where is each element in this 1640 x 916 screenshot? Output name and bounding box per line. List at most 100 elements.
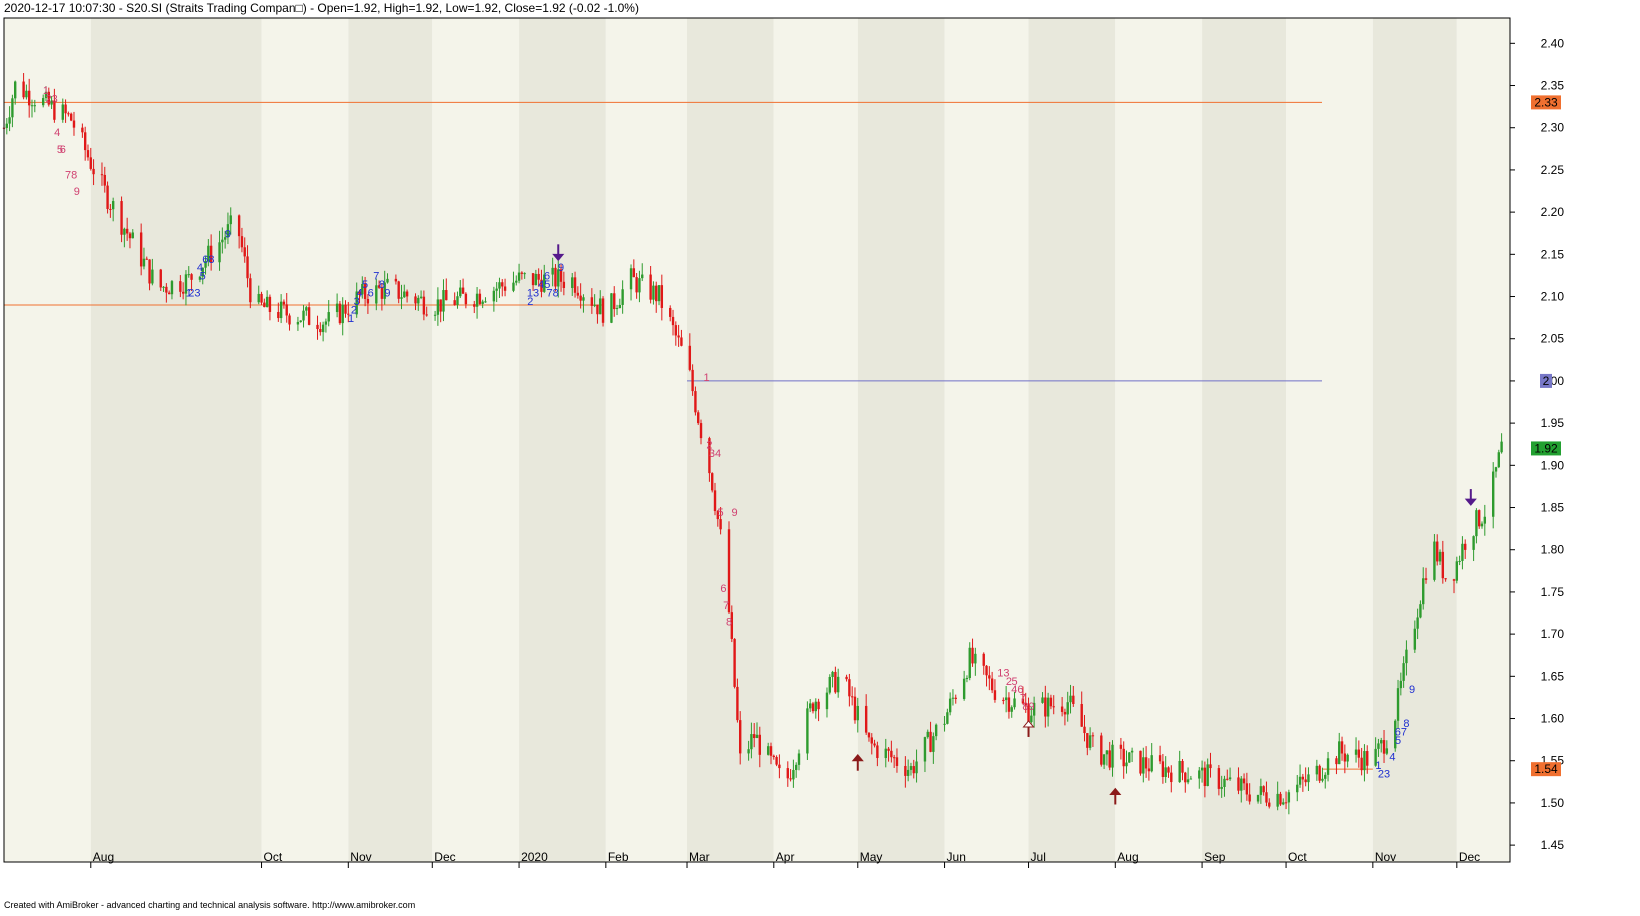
candle-body (1240, 778, 1243, 791)
y-tick-label: 1.95 (1541, 416, 1565, 430)
candle-body (621, 289, 624, 305)
candle-body (750, 734, 753, 750)
sequence-label: 4 (1389, 752, 1395, 764)
price-label-text: 1.54 (1534, 762, 1558, 776)
candle-body (677, 335, 680, 338)
candle-body (246, 256, 249, 279)
candle-body (1413, 628, 1417, 650)
candle-body (1444, 578, 1447, 580)
candle-body (1494, 467, 1498, 472)
candle-body (433, 314, 437, 316)
candle-body (249, 278, 252, 303)
candle-body (106, 185, 109, 209)
candle-body (1217, 768, 1221, 789)
candle-body (279, 301, 283, 319)
candle-body (1419, 604, 1422, 618)
candle-body (806, 708, 809, 754)
candle-body (83, 132, 87, 151)
candle-body (268, 296, 272, 312)
candle-body (344, 304, 347, 314)
candle-body (1483, 516, 1487, 524)
candle-body (1497, 452, 1501, 468)
candle-body (778, 764, 781, 769)
candle-body (887, 748, 890, 751)
candle-body (1200, 767, 1204, 771)
candle-body (414, 296, 417, 304)
candle-body (828, 676, 831, 693)
sequence-label: 89 (1022, 701, 1034, 713)
price-chart[interactable]: 1234567891234568912345678921345678912345… (0, 0, 1640, 916)
candle-body (1357, 749, 1361, 758)
candle-body (531, 273, 535, 286)
sequence-label: 9 (225, 228, 231, 240)
x-tick-label: Dec (1459, 850, 1480, 864)
candle-body (825, 692, 829, 710)
candle-body (946, 712, 949, 724)
candle-body (1164, 767, 1167, 777)
candle-body (1220, 786, 1223, 789)
candle-body (125, 228, 129, 234)
candle-body (1360, 757, 1363, 771)
candle-body (657, 285, 661, 302)
candle-body (965, 677, 969, 679)
candle-body (400, 297, 403, 299)
candle-body (1478, 510, 1481, 527)
candle-body (1186, 779, 1190, 783)
sequence-label: 78 (547, 288, 559, 300)
candle-body (503, 286, 507, 291)
candle-body (89, 157, 92, 169)
sequence-label: 9 (74, 186, 80, 198)
candle-body (475, 293, 479, 307)
candle-body (307, 307, 311, 325)
candle-body (814, 701, 817, 712)
candle-body (120, 201, 123, 235)
candle-body (554, 267, 557, 287)
candle-body (1335, 758, 1338, 765)
month-band (1202, 18, 1287, 862)
x-tick-label: Feb (608, 850, 629, 864)
candle-body (769, 746, 773, 756)
sequence-label: 9 (384, 288, 390, 300)
candle-body (1184, 772, 1187, 783)
candle-body (1242, 778, 1246, 784)
candle-body (772, 755, 775, 758)
candle-body (797, 753, 801, 765)
candle-body (1228, 777, 1232, 780)
candle-body (128, 233, 132, 239)
candle-body (671, 316, 675, 326)
candle-body (473, 304, 476, 307)
y-tick-label: 1.80 (1541, 543, 1565, 557)
candle-body (573, 277, 577, 293)
candle-body (282, 301, 286, 305)
candle-body (909, 766, 913, 770)
y-tick-label: 1.50 (1541, 796, 1565, 810)
candle-body (1472, 536, 1475, 550)
candle-body (993, 690, 997, 700)
candle-body (1455, 561, 1459, 581)
candle-body (848, 679, 851, 697)
candle-body (464, 293, 468, 305)
candle-body (1452, 579, 1456, 581)
candle-body (425, 314, 428, 316)
candle-body (1385, 748, 1389, 754)
month-band (348, 18, 433, 862)
candle-body (766, 746, 770, 755)
month-band (1028, 18, 1116, 862)
candle-body (990, 678, 994, 691)
x-tick-label: Mar (689, 850, 710, 864)
candle-body (1072, 695, 1075, 705)
x-tick-label: Nov (1375, 850, 1396, 864)
candle-body (655, 285, 658, 302)
candle-body (895, 757, 899, 766)
candle-body (739, 720, 742, 754)
candle-body (948, 698, 952, 713)
candle-body (1354, 749, 1358, 755)
candle-body (1128, 752, 1131, 763)
month-band (519, 18, 606, 862)
candle-body (151, 269, 154, 284)
y-tick-label: 2.15 (1541, 247, 1565, 261)
candle-body (523, 273, 526, 275)
candle-body (635, 277, 638, 293)
candle-body (436, 299, 440, 315)
candle-body (417, 297, 420, 304)
